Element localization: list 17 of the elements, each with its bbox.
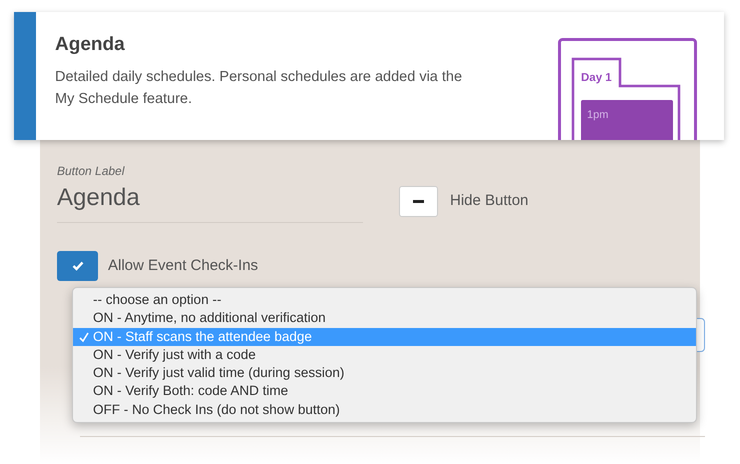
button-label-field[interactable]: Agenda	[57, 180, 363, 223]
checkmark-icon	[72, 261, 84, 271]
dropdown-option[interactable]: ON - Verify Both: code AND time	[73, 382, 696, 401]
checkin-checkbox[interactable]	[57, 251, 98, 281]
hide-button[interactable]	[399, 186, 438, 217]
dropdown-option[interactable]: ON - Anytime, no additional verification	[73, 309, 696, 328]
minus-icon	[413, 200, 424, 203]
dropdown-option[interactable]: ON - Verify just with a code	[73, 346, 696, 364]
calendar-drawing: Day 1 1pm	[558, 38, 698, 140]
checkbox-label: Allow Event Check-Ins	[108, 256, 258, 276]
hide-button-label: Hide Button	[450, 191, 528, 212]
dropdown-option[interactable]: -- choose an option --	[73, 291, 696, 310]
card-description: Detailed daily schedules. Personal schedules are added via the My Schedule feature.	[55, 68, 464, 110]
dropdown-option[interactable]: ON - Verify just valid time (during session)	[73, 364, 696, 382]
card-title: Agenda	[55, 34, 126, 57]
field-label: Button Label	[57, 163, 126, 180]
dropdown-option[interactable]: OFF - No Check Ins (do not show button)	[73, 400, 696, 420]
